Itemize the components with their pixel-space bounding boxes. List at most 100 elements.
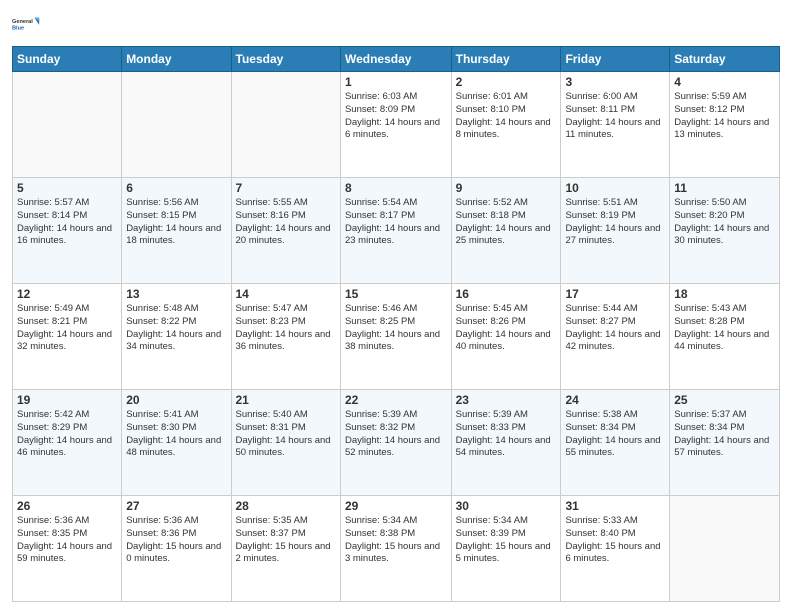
week-row-4: 19 Sunrise: 5:42 AM Sunset: 8:29 PM Dayli… <box>13 390 780 496</box>
day-info: Sunrise: 5:36 AM Sunset: 8:35 PM Dayligh… <box>17 515 117 566</box>
day-info: Sunrise: 5:52 AM Sunset: 8:18 PM Dayligh… <box>456 197 557 248</box>
calendar-table: SundayMondayTuesdayWednesdayThursdayFrid… <box>12 46 780 602</box>
day-cell: 23 Sunrise: 5:39 AM Sunset: 8:33 PM Dayli… <box>451 390 561 496</box>
day-info: Sunrise: 5:36 AM Sunset: 8:36 PM Dayligh… <box>126 515 226 566</box>
header: GeneralBlue <box>12 10 780 38</box>
day-info: Sunrise: 5:50 AM Sunset: 8:20 PM Dayligh… <box>674 197 775 248</box>
day-cell: 7 Sunrise: 5:55 AM Sunset: 8:16 PM Daylig… <box>231 178 340 284</box>
day-cell: 26 Sunrise: 5:36 AM Sunset: 8:35 PM Dayli… <box>13 496 122 602</box>
week-row-5: 26 Sunrise: 5:36 AM Sunset: 8:35 PM Dayli… <box>13 496 780 602</box>
day-cell: 15 Sunrise: 5:46 AM Sunset: 8:25 PM Dayli… <box>340 284 451 390</box>
day-info: Sunrise: 5:44 AM Sunset: 8:27 PM Dayligh… <box>565 303 665 354</box>
day-info: Sunrise: 6:01 AM Sunset: 8:10 PM Dayligh… <box>456 91 557 142</box>
day-info: Sunrise: 5:47 AM Sunset: 8:23 PM Dayligh… <box>236 303 336 354</box>
day-number: 31 <box>565 499 665 513</box>
day-number: 8 <box>345 181 447 195</box>
day-cell: 6 Sunrise: 5:56 AM Sunset: 8:15 PM Daylig… <box>122 178 231 284</box>
day-number: 10 <box>565 181 665 195</box>
day-number: 11 <box>674 181 775 195</box>
day-number: 26 <box>17 499 117 513</box>
day-info: Sunrise: 5:39 AM Sunset: 8:32 PM Dayligh… <box>345 409 447 460</box>
day-cell: 1 Sunrise: 6:03 AM Sunset: 8:09 PM Daylig… <box>340 72 451 178</box>
day-cell: 4 Sunrise: 5:59 AM Sunset: 8:12 PM Daylig… <box>670 72 780 178</box>
day-cell <box>122 72 231 178</box>
day-cell: 12Sunrise: 5:49 AM Sunset: 8:21 PM Dayli… <box>13 284 122 390</box>
day-cell <box>13 72 122 178</box>
day-cell: 25Sunrise: 5:37 AM Sunset: 8:34 PM Dayli… <box>670 390 780 496</box>
day-info: Sunrise: 5:51 AM Sunset: 8:19 PM Dayligh… <box>565 197 665 248</box>
day-info: Sunrise: 5:41 AM Sunset: 8:30 PM Dayligh… <box>126 409 226 460</box>
day-cell <box>670 496 780 602</box>
day-info: Sunrise: 5:42 AM Sunset: 8:29 PM Dayligh… <box>17 409 117 460</box>
day-info: Sunrise: 5:55 AM Sunset: 8:16 PM Dayligh… <box>236 197 336 248</box>
day-cell: 5 Sunrise: 5:57 AM Sunset: 8:14 PM Daylig… <box>13 178 122 284</box>
day-cell: 9Sunrise: 5:52 AM Sunset: 8:18 PM Daylig… <box>451 178 561 284</box>
day-info: Sunrise: 5:56 AM Sunset: 8:15 PM Dayligh… <box>126 197 226 248</box>
week-row-1: 1 Sunrise: 6:03 AM Sunset: 8:09 PM Daylig… <box>13 72 780 178</box>
weekday-header-monday: Monday <box>122 47 231 72</box>
day-cell: 11 Sunrise: 5:50 AM Sunset: 8:20 PM Dayli… <box>670 178 780 284</box>
day-number: 25 <box>674 393 775 407</box>
day-info: Sunrise: 5:48 AM Sunset: 8:22 PM Dayligh… <box>126 303 226 354</box>
day-info: Sunrise: 5:54 AM Sunset: 8:17 PM Dayligh… <box>345 197 447 248</box>
day-cell: 16 Sunrise: 5:45 AM Sunset: 8:26 PM Dayli… <box>451 284 561 390</box>
day-cell: 14 Sunrise: 5:47 AM Sunset: 8:23 PM Dayli… <box>231 284 340 390</box>
day-info: Sunrise: 5:38 AM Sunset: 8:34 PM Dayligh… <box>565 409 665 460</box>
day-number: 24 <box>565 393 665 407</box>
day-number: 19 <box>17 393 117 407</box>
day-cell: 30 Sunrise: 5:34 AM Sunset: 8:39 PM Dayli… <box>451 496 561 602</box>
day-cell: 2 Sunrise: 6:01 AM Sunset: 8:10 PM Daylig… <box>451 72 561 178</box>
day-cell: 18 Sunrise: 5:43 AM Sunset: 8:28 PM Dayli… <box>670 284 780 390</box>
day-number: 16 <box>456 287 557 301</box>
day-number: 23 <box>456 393 557 407</box>
day-number: 7 <box>236 181 336 195</box>
day-info: Sunrise: 5:35 AM Sunset: 8:37 PM Dayligh… <box>236 515 336 566</box>
day-number: 22 <box>345 393 447 407</box>
day-number: 15 <box>345 287 447 301</box>
day-info: Sunrise: 5:34 AM Sunset: 8:39 PM Dayligh… <box>456 515 557 566</box>
day-number: 5 <box>17 181 117 195</box>
day-number: 27 <box>126 499 226 513</box>
day-cell: 24 Sunrise: 5:38 AM Sunset: 8:34 PM Dayli… <box>561 390 670 496</box>
logo: GeneralBlue <box>12 10 40 38</box>
day-cell: 8 Sunrise: 5:54 AM Sunset: 8:17 PM Daylig… <box>340 178 451 284</box>
day-info: Sunrise: 5:39 AM Sunset: 8:33 PM Dayligh… <box>456 409 557 460</box>
day-cell: 17 Sunrise: 5:44 AM Sunset: 8:27 PM Dayli… <box>561 284 670 390</box>
day-number: 17 <box>565 287 665 301</box>
day-cell <box>231 72 340 178</box>
day-info: Sunrise: 5:43 AM Sunset: 8:28 PM Dayligh… <box>674 303 775 354</box>
day-info: Sunrise: 5:34 AM Sunset: 8:38 PM Dayligh… <box>345 515 447 566</box>
day-number: 30 <box>456 499 557 513</box>
day-info: Sunrise: 5:45 AM Sunset: 8:26 PM Dayligh… <box>456 303 557 354</box>
day-cell: 10 Sunrise: 5:51 AM Sunset: 8:19 PM Dayli… <box>561 178 670 284</box>
day-number: 18 <box>674 287 775 301</box>
day-number: 3 <box>565 75 665 89</box>
day-cell: 3 Sunrise: 6:00 AM Sunset: 8:11 PM Daylig… <box>561 72 670 178</box>
day-number: 14 <box>236 287 336 301</box>
day-info: Sunrise: 6:03 AM Sunset: 8:09 PM Dayligh… <box>345 91 447 142</box>
day-number: 6 <box>126 181 226 195</box>
weekday-header-friday: Friday <box>561 47 670 72</box>
day-cell: 22 Sunrise: 5:39 AM Sunset: 8:32 PM Dayli… <box>340 390 451 496</box>
weekday-header-sunday: Sunday <box>13 47 122 72</box>
day-info: Sunrise: 6:00 AM Sunset: 8:11 PM Dayligh… <box>565 91 665 142</box>
day-info: Sunrise: 5:59 AM Sunset: 8:12 PM Dayligh… <box>674 91 775 142</box>
day-number: 2 <box>456 75 557 89</box>
day-cell: 19 Sunrise: 5:42 AM Sunset: 8:29 PM Dayli… <box>13 390 122 496</box>
day-number: 1 <box>345 75 447 89</box>
day-cell: 29 Sunrise: 5:34 AM Sunset: 8:38 PM Dayli… <box>340 496 451 602</box>
day-number: 28 <box>236 499 336 513</box>
day-number: 29 <box>345 499 447 513</box>
day-number: 4 <box>674 75 775 89</box>
day-info: Sunrise: 5:46 AM Sunset: 8:25 PM Dayligh… <box>345 303 447 354</box>
day-cell: 20Sunrise: 5:41 AM Sunset: 8:30 PM Dayli… <box>122 390 231 496</box>
day-info: Sunrise: 5:49 AM Sunset: 8:21 PM Dayligh… <box>17 303 117 354</box>
weekday-header-tuesday: Tuesday <box>231 47 340 72</box>
day-info: Sunrise: 5:57 AM Sunset: 8:14 PM Dayligh… <box>17 197 117 248</box>
day-info: Sunrise: 5:33 AM Sunset: 8:40 PM Dayligh… <box>565 515 665 566</box>
day-info: Sunrise: 5:40 AM Sunset: 8:31 PM Dayligh… <box>236 409 336 460</box>
day-number: 13 <box>126 287 226 301</box>
day-cell: 31 Sunrise: 5:33 AM Sunset: 8:40 PM Dayli… <box>561 496 670 602</box>
day-cell: 13 Sunrise: 5:48 AM Sunset: 8:22 PM Dayli… <box>122 284 231 390</box>
svg-text:General: General <box>12 19 33 25</box>
